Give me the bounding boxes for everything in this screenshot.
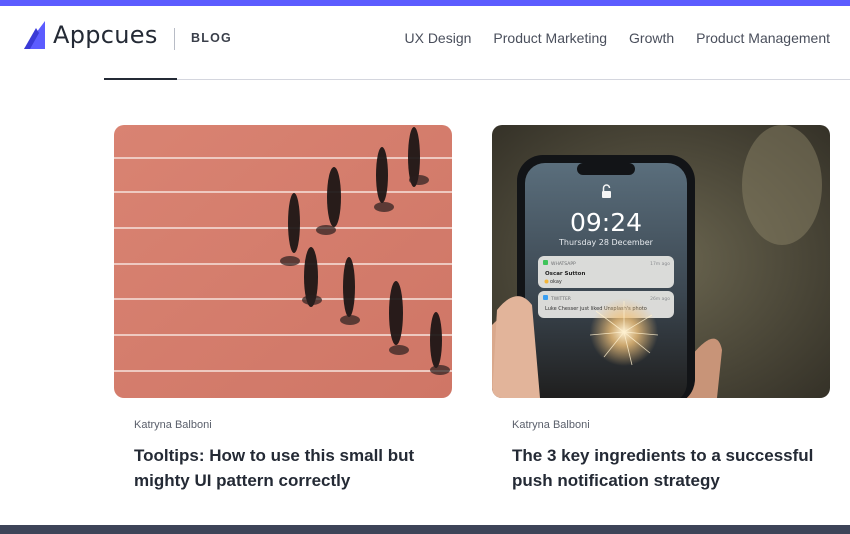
notif1-msg: okay xyxy=(550,279,562,285)
nav-item-product-management[interactable]: Product Management xyxy=(696,30,830,46)
notif1-sender: Oscar Sutton xyxy=(545,271,585,277)
nav-item-ux-design[interactable]: UX Design xyxy=(404,30,471,46)
lockscreen-time: 09:24 xyxy=(570,208,642,237)
category-nav: UX Design Product Marketing Growth Produ… xyxy=(382,30,830,46)
post-author[interactable]: Katryna Balboni xyxy=(512,419,590,431)
active-rule-indicator xyxy=(104,78,177,80)
header-rule xyxy=(104,79,850,80)
header-divider xyxy=(174,28,175,50)
notif2-ago: 26m ago xyxy=(650,296,670,302)
site-header: Appcues BLOG UX Design Product Marketing… xyxy=(0,6,850,72)
post-author[interactable]: Katryna Balboni xyxy=(134,419,212,431)
post-card[interactable]: Katryna Balboni Tooltips: How to use thi… xyxy=(114,125,452,490)
post-image-phone[interactable]: 09:24 Thursday 28 December WHATSAPP 17m … xyxy=(492,125,830,398)
post-title[interactable]: The 3 key ingredients to a successful pu… xyxy=(512,443,822,493)
nav-item-growth[interactable]: Growth xyxy=(629,30,674,46)
nav-item-product-marketing[interactable]: Product Marketing xyxy=(493,30,607,46)
notif2-app: TWITTER xyxy=(550,296,571,302)
post-title[interactable]: Tooltips: How to use this small but migh… xyxy=(134,443,444,493)
logo-link[interactable]: Appcues xyxy=(22,20,158,50)
footer-strip xyxy=(0,525,850,534)
appcues-logo-icon xyxy=(22,20,46,50)
logo-text: Appcues xyxy=(53,21,158,49)
notif1-ago: 17m ago xyxy=(650,261,670,267)
notif1-app: WHATSAPP xyxy=(551,261,576,267)
post-image-runners[interactable] xyxy=(114,125,452,398)
post-card[interactable]: 09:24 Thursday 28 December WHATSAPP 17m … xyxy=(492,125,830,490)
section-label[interactable]: BLOG xyxy=(191,31,232,45)
lockscreen-date: Thursday 28 December xyxy=(558,238,654,247)
